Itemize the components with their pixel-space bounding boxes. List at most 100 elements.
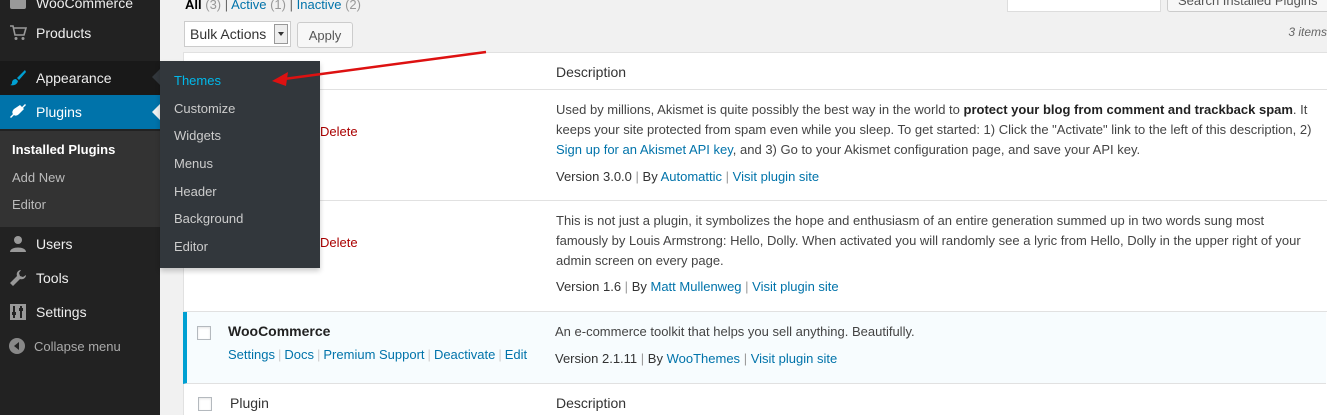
plugin-description: An e-commerce toolkit that helps you sel… <box>555 324 915 339</box>
plugin-description: This is not just a plugin, it symbolizes… <box>556 213 1301 268</box>
menu-users[interactable]: Users <box>0 227 160 261</box>
docs-link[interactable]: Docs <box>284 347 314 362</box>
author-link[interactable]: Matt Mullenweg <box>650 279 741 294</box>
visit-site-link[interactable]: Visit plugin site <box>752 279 838 294</box>
menu-products[interactable]: Products <box>0 16 160 50</box>
flyout-editor[interactable]: Editor <box>174 239 208 254</box>
table-row-active: WooCommerce Settings | Docs | Premium Suppor… <box>183 312 1326 384</box>
plugin-search-input[interactable] <box>1007 0 1161 12</box>
separator: | <box>624 279 629 294</box>
by-text: By <box>631 279 647 294</box>
settings-icon <box>0 303 36 321</box>
delete-link[interactable]: Delete <box>320 235 358 250</box>
filter-separator: | <box>289 0 293 12</box>
user-icon <box>0 235 36 253</box>
select-all-checkbox[interactable] <box>198 397 212 411</box>
plugin-version-line: Version 1.6 | By Matt Mullenweg | Visit … <box>556 279 839 294</box>
filter-all-count: (3) <box>205 0 222 12</box>
plugins-submenu: Installed Plugins Add New Editor <box>0 131 160 227</box>
plugin-version-line: Version 2.1.11 | By WooThemes | Visit pl… <box>555 351 837 366</box>
deactivate-link[interactable]: Deactivate <box>434 347 495 362</box>
filter-all[interactable]: All <box>185 0 202 12</box>
column-description-footer: Description <box>556 395 627 411</box>
plugin-actions: Settings | Docs | Premium Support | Deactivate… <box>228 347 527 362</box>
column-description-header: Description <box>556 64 627 80</box>
collapse-icon <box>0 338 34 354</box>
flyout-pointer <box>152 69 160 85</box>
submenu-editor[interactable]: Editor <box>12 197 46 212</box>
submenu-add-new[interactable]: Add New <box>12 170 65 185</box>
filter-inactive-count: (2) <box>345 0 361 12</box>
settings-link[interactable]: Settings <box>228 347 275 362</box>
menu-label: Products <box>36 25 92 41</box>
author-link[interactable]: WooThemes <box>667 351 740 366</box>
akismet-signup-link[interactable]: Sign up for an Akismet API key <box>556 142 733 157</box>
appearance-flyout-menu: Themes Customize Widgets Menus Header Ba… <box>160 61 320 268</box>
menu-label: WooCommerce <box>36 0 133 11</box>
plugin-version-line: Version 3.0.0 | By Automattic | Visit pl… <box>556 169 819 184</box>
separator: | <box>277 347 282 362</box>
plugin-icon <box>0 103 36 121</box>
menu-label: Appearance <box>36 70 112 86</box>
apply-button[interactable]: Apply <box>297 22 353 48</box>
wrench-icon <box>0 269 36 287</box>
premium-support-link[interactable]: Premium Support <box>323 347 424 362</box>
flyout-menus[interactable]: Menus <box>174 156 213 171</box>
table-footer: Plugin Description <box>184 383 1327 415</box>
bulk-actions-value: Bulk Actions <box>190 26 267 42</box>
admin-sidebar: WooCommerce Products Appearance Plugins … <box>0 0 160 415</box>
menu-plugins[interactable]: Plugins <box>0 95 160 129</box>
separator: | <box>640 351 645 366</box>
menu-label: Tools <box>36 270 69 286</box>
by-text: By <box>642 169 658 184</box>
brush-icon <box>0 69 36 87</box>
collapse-menu[interactable]: Collapse menu <box>0 334 160 358</box>
visit-site-link[interactable]: Visit plugin site <box>733 169 819 184</box>
flyout-header[interactable]: Header <box>174 184 217 199</box>
separator: | <box>317 347 321 362</box>
author-link[interactable]: Automattic <box>661 169 722 184</box>
search-plugins-button[interactable]: Search Installed Plugins <box>1167 0 1327 12</box>
version-text: Version 3.0.0 <box>556 169 632 184</box>
flyout-themes[interactable]: Themes <box>174 73 221 88</box>
visit-site-link[interactable]: Visit plugin site <box>751 351 837 366</box>
flyout-customize[interactable]: Customize <box>174 101 235 116</box>
menu-label: Settings <box>36 304 87 320</box>
menu-settings[interactable]: Settings <box>0 295 160 329</box>
active-pointer <box>152 104 160 120</box>
filter-active[interactable]: Active <box>231 0 266 12</box>
flyout-background[interactable]: Background <box>174 211 243 226</box>
separator: | <box>498 347 502 362</box>
menu-appearance[interactable]: Appearance <box>0 61 160 95</box>
plugin-description: Used by millions, Akismet is quite possi… <box>556 100 1316 160</box>
menu-label: Plugins <box>36 104 82 120</box>
items-count: 3 items <box>1288 25 1327 39</box>
separator: | <box>745 279 749 294</box>
desc-text: Used by millions, Akismet is quite possi… <box>556 102 964 117</box>
filter-inactive[interactable]: Inactive <box>297 0 342 12</box>
plugin-title: WooCommerce <box>228 323 331 339</box>
desc-bold: protect your blog from comment and track… <box>963 102 1293 117</box>
delete-link[interactable]: Delete <box>320 124 358 139</box>
menu-tools[interactable]: Tools <box>0 261 160 295</box>
table-row: Delete Used by millions, Akismet is quit… <box>184 90 1327 201</box>
edit-link[interactable]: Edit <box>505 347 527 362</box>
separator: | <box>635 169 639 184</box>
chevron-down-icon <box>274 24 288 44</box>
version-text: Version 2.1.11 <box>555 351 638 366</box>
by-text: By <box>647 351 663 366</box>
row-checkbox[interactable] <box>197 326 211 340</box>
flyout-widgets[interactable]: Widgets <box>174 128 221 143</box>
red-arrow-annotation <box>272 50 487 86</box>
separator: | <box>725 169 730 184</box>
collapse-label: Collapse menu <box>34 338 121 354</box>
woocommerce-icon <box>0 0 36 10</box>
bulk-actions-select[interactable]: Bulk Actions <box>184 21 291 47</box>
table-row: Delete This is not just a plugin, it sym… <box>184 201 1327 312</box>
filter-active-count: (1) <box>270 0 286 12</box>
version-text: Version 1.6 <box>556 279 622 294</box>
filter-separator: | <box>224 0 229 12</box>
menu-label: Users <box>36 236 73 252</box>
status-filters: All (3) | Active (1) | Inactive (2) <box>185 0 361 12</box>
submenu-installed-plugins[interactable]: Installed Plugins <box>12 142 115 157</box>
